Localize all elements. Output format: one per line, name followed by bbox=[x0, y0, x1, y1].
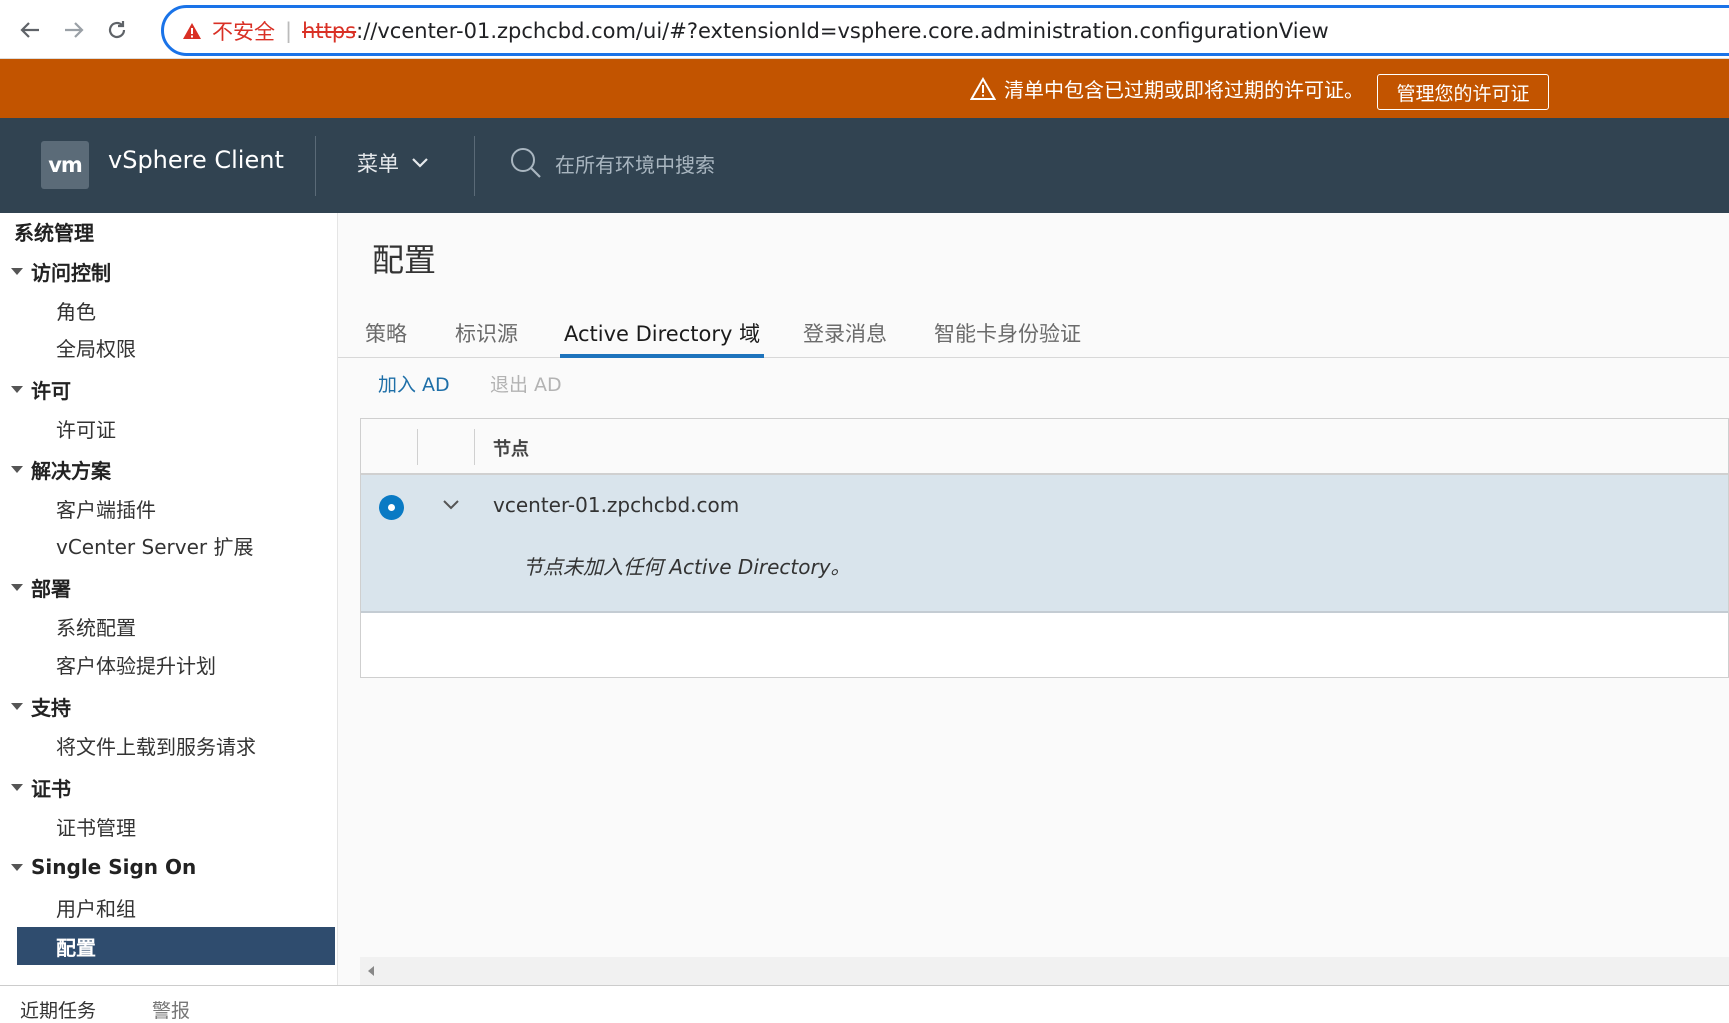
tab-recent-tasks[interactable]: 近期任务 bbox=[20, 996, 96, 1023]
scroll-left-arrow-icon[interactable] bbox=[368, 966, 374, 976]
back-button[interactable] bbox=[14, 14, 46, 46]
sidebar-section-sso[interactable]: Single Sign On bbox=[0, 849, 338, 885]
sidebar-section-access-control[interactable]: 访问控制 bbox=[0, 253, 338, 289]
license-message: 清单中包含已过期或即将过期的许可证。 bbox=[970, 59, 1364, 118]
reload-button[interactable] bbox=[101, 14, 133, 46]
url-text: ://vcenter-01.zpchcbd.com/ui/#?extension… bbox=[356, 18, 1329, 43]
header-divider bbox=[315, 136, 316, 196]
column-header-node[interactable]: 节点 bbox=[493, 435, 529, 461]
vmware-logo: vm bbox=[41, 141, 89, 189]
chevron-down-icon[interactable] bbox=[441, 495, 461, 515]
sidebar-item-system-configuration[interactable]: 系统配置 bbox=[0, 608, 338, 644]
sidebar-section-support[interactable]: 支持 bbox=[0, 688, 338, 724]
sidebar-section-deployment[interactable]: 部署 bbox=[0, 569, 338, 605]
app-title: vSphere Client bbox=[108, 146, 284, 174]
security-label: 不安全 bbox=[212, 19, 275, 44]
arrow-left-icon bbox=[20, 22, 39, 38]
global-search[interactable]: 在所有环境中搜索 bbox=[509, 146, 715, 180]
arrow-right-icon bbox=[65, 22, 84, 38]
page-title: 配置 bbox=[372, 241, 437, 279]
warning-icon bbox=[970, 76, 996, 100]
caret-down-icon bbox=[11, 783, 23, 791]
manage-license-button[interactable]: 管理您的许可证 bbox=[1377, 74, 1549, 110]
caret-down-icon bbox=[11, 465, 23, 473]
sidebar-item-vcenter-extensions[interactable]: vCenter Server 扩展 bbox=[0, 527, 338, 563]
node-detail-message: 节点未加入任何 Active Directory。 bbox=[523, 555, 851, 579]
sidebar: 系统管理 访问控制 角色 全局权限 许可 许可证 解决方案 客户端插件 vCen… bbox=[0, 213, 338, 985]
sidebar-section-solutions[interactable]: 解决方案 bbox=[0, 451, 338, 487]
sidebar-section-label: 证书 bbox=[31, 776, 71, 801]
node-name: vcenter-01.zpchcbd.com bbox=[493, 493, 740, 517]
tab-bar: 策略 标识源 Active Directory 域 登录消息 智能卡身份验证 bbox=[338, 303, 1729, 358]
main-content: 配置 策略 标识源 Active Directory 域 登录消息 智能卡身份验… bbox=[338, 213, 1729, 985]
sidebar-section-label: 许可 bbox=[31, 378, 71, 403]
address-separator: | bbox=[285, 18, 293, 43]
tab-alarms[interactable]: 警报 bbox=[152, 996, 190, 1023]
sidebar-item-configuration[interactable]: 配置 bbox=[17, 927, 335, 965]
sidebar-section-label: 部署 bbox=[31, 576, 71, 601]
node-grid: 节点 vcenter-01.zpchcbd.com 节点未加入任何 Active… bbox=[360, 418, 1729, 678]
sidebar-section-label: 解决方案 bbox=[31, 458, 111, 483]
app-header: vm vSphere Client 菜单 在所有环境中搜索 bbox=[0, 118, 1729, 213]
address-bar[interactable]: 不安全 | https://vcenter-01.zpchcbd.com/ui/… bbox=[161, 5, 1729, 56]
caret-down-icon bbox=[11, 863, 23, 871]
chevron-down-icon bbox=[412, 158, 428, 168]
license-message-text: 清单中包含已过期或即将过期的许可证。 bbox=[1004, 78, 1364, 102]
sidebar-section-licensing[interactable]: 许可 bbox=[0, 371, 338, 407]
browser-toolbar: 不安全 | https://vcenter-01.zpchcbd.com/ui/… bbox=[0, 0, 1729, 59]
sidebar-section-certificates[interactable]: 证书 bbox=[0, 769, 338, 805]
security-warning[interactable]: 不安全 bbox=[182, 16, 275, 46]
row-select-radio[interactable] bbox=[379, 495, 404, 520]
sidebar-item-ceip[interactable]: 客户体验提升计划 bbox=[0, 646, 338, 682]
horizontal-scrollbar[interactable] bbox=[360, 957, 1729, 985]
tab-login-message[interactable]: 登录消息 bbox=[803, 318, 887, 358]
tab-active-directory-domain[interactable]: Active Directory 域 bbox=[560, 318, 765, 358]
caret-down-icon bbox=[11, 702, 23, 710]
caret-down-icon bbox=[11, 583, 23, 591]
table-row[interactable]: vcenter-01.zpchcbd.com 节点未加入任何 Active Di… bbox=[361, 475, 1728, 613]
header-divider bbox=[474, 136, 475, 196]
sidebar-section-label: 支持 bbox=[31, 695, 71, 720]
sidebar-item-client-plugins[interactable]: 客户端插件 bbox=[0, 490, 338, 526]
sidebar-title: 系统管理 bbox=[14, 220, 94, 245]
menu-label: 菜单 bbox=[357, 152, 399, 176]
column-divider bbox=[474, 429, 475, 465]
tab-smart-card-authentication[interactable]: 智能卡身份验证 bbox=[934, 318, 1081, 358]
license-banner: 清单中包含已过期或即将过期的许可证。 管理您的许可证 bbox=[0, 59, 1729, 118]
sidebar-item-upload-file[interactable]: 将文件上载到服务请求 bbox=[0, 727, 338, 763]
grid-header: 节点 bbox=[361, 419, 1728, 475]
tab-policies[interactable]: 策略 bbox=[365, 318, 407, 358]
caret-down-icon bbox=[11, 385, 23, 393]
sidebar-item-licenses[interactable]: 许可证 bbox=[0, 410, 338, 446]
bottom-panel-bar: 近期任务 警报 bbox=[0, 985, 1729, 1022]
caret-down-icon bbox=[11, 267, 23, 275]
search-icon bbox=[511, 148, 541, 178]
url-scheme: https bbox=[302, 18, 357, 43]
forward-button[interactable] bbox=[58, 14, 90, 46]
sidebar-section-label: Single Sign On bbox=[31, 855, 197, 879]
search-placeholder: 在所有环境中搜索 bbox=[555, 152, 715, 177]
warning-triangle-icon bbox=[183, 22, 201, 39]
join-ad-button[interactable]: 加入 AD bbox=[378, 370, 450, 397]
sidebar-item-certificate-management[interactable]: 证书管理 bbox=[0, 808, 338, 844]
tab-identity-sources[interactable]: 标识源 bbox=[455, 318, 518, 358]
column-divider bbox=[417, 429, 418, 465]
sidebar-item-roles[interactable]: 角色 bbox=[0, 292, 338, 328]
sidebar-item-global-permissions[interactable]: 全局权限 bbox=[0, 329, 338, 365]
sidebar-item-users-groups[interactable]: 用户和组 bbox=[0, 889, 338, 925]
menu-button[interactable]: 菜单 bbox=[357, 148, 429, 178]
leave-ad-button[interactable]: 退出 AD bbox=[490, 370, 562, 397]
reload-icon bbox=[108, 21, 126, 39]
sidebar-section-label: 访问控制 bbox=[31, 260, 111, 285]
